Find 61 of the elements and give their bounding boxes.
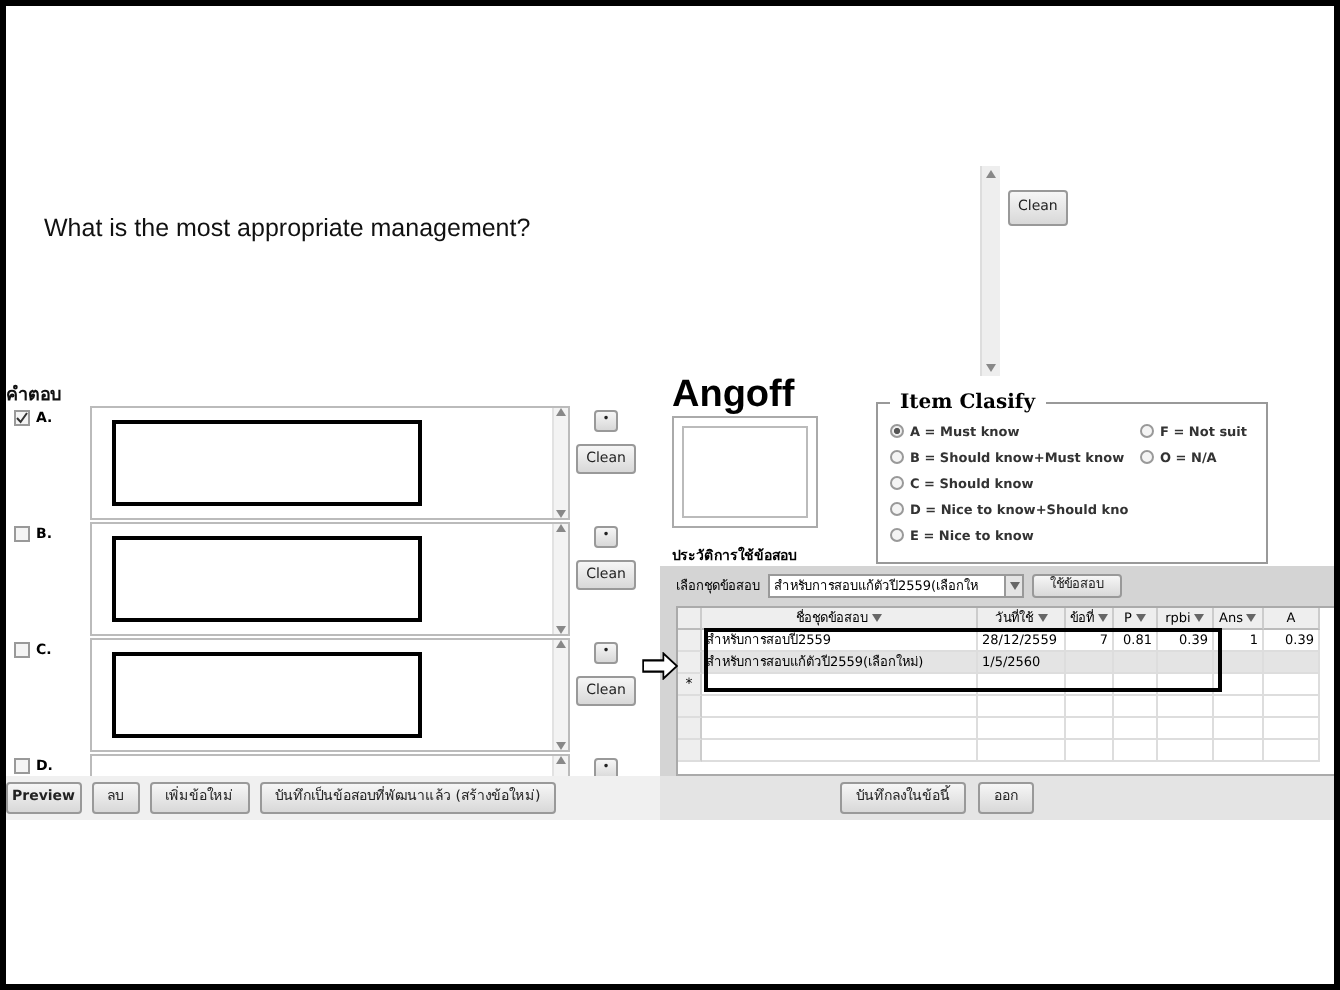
- question-text: What is the most appropriate management?: [42, 212, 533, 246]
- table-cell: [1264, 696, 1320, 718]
- caret-icon: [1037, 614, 1047, 622]
- checkbox[interactable]: [14, 526, 30, 542]
- radio-button[interactable]: [890, 450, 904, 464]
- scroll-down-icon[interactable]: [556, 626, 566, 634]
- caret-icon: [1135, 614, 1146, 622]
- answer-field[interactable]: [90, 638, 570, 752]
- caret-icon: [1009, 582, 1019, 590]
- scroll-up-icon[interactable]: [986, 170, 996, 178]
- table-cell: [978, 696, 1066, 718]
- radio-button[interactable]: [890, 424, 904, 438]
- radio-button[interactable]: [890, 476, 904, 490]
- table-cell: [1214, 740, 1264, 762]
- radio-button[interactable]: [1140, 424, 1154, 438]
- table-cell: [1114, 718, 1158, 740]
- table-cell: [1066, 652, 1114, 674]
- table-cell: [1264, 674, 1320, 696]
- answer-field[interactable]: [90, 522, 570, 636]
- scroll-down-icon[interactable]: [986, 364, 996, 372]
- table-cell: [1066, 696, 1114, 718]
- group-title: Item Clasify: [898, 392, 1038, 414]
- caret-icon: [872, 614, 882, 622]
- radio-button[interactable]: [890, 502, 904, 516]
- checkbox[interactable]: [14, 642, 30, 658]
- scroll-up-icon[interactable]: [556, 524, 566, 532]
- scroll-up-icon[interactable]: [556, 756, 566, 764]
- table-cell: [1114, 696, 1158, 718]
- table-cell: [1264, 740, 1320, 762]
- scroll-down-icon[interactable]: [556, 742, 566, 750]
- table-cell: [1114, 740, 1158, 762]
- caret-icon: [1246, 614, 1257, 622]
- check-icon: [16, 412, 28, 424]
- checkbox[interactable]: [14, 758, 30, 774]
- checkbox[interactable]: [14, 410, 30, 426]
- table-cell: [1214, 696, 1264, 718]
- radio-button[interactable]: [1140, 450, 1154, 464]
- radio-button[interactable]: [890, 528, 904, 542]
- table-cell: [978, 718, 1066, 740]
- table-cell: [1214, 674, 1264, 696]
- table-cell: [1066, 718, 1114, 740]
- caret-icon: [1098, 614, 1108, 622]
- scrollbar[interactable]: [980, 166, 1000, 376]
- table-cell: [1158, 696, 1214, 718]
- table-cell: [978, 740, 1066, 762]
- scroll-up-icon[interactable]: [556, 640, 566, 648]
- scroll-down-icon[interactable]: [556, 510, 566, 518]
- table-cell: [1066, 740, 1114, 762]
- table-cell: [1264, 718, 1320, 740]
- table-cell: [1264, 652, 1320, 674]
- answers-heading: คำตอบ: [6, 382, 64, 404]
- angoff-title: Angoff: [672, 376, 797, 416]
- table-cell: [1158, 718, 1214, 740]
- scroll-up-icon[interactable]: [556, 408, 566, 416]
- table-cell: [1158, 652, 1214, 674]
- table-cell: [1114, 652, 1158, 674]
- caret-icon: [1194, 614, 1205, 622]
- table-cell: [1214, 652, 1264, 674]
- table-cell: [1214, 718, 1264, 740]
- answer-field[interactable]: [90, 406, 570, 520]
- table-cell: [1158, 740, 1214, 762]
